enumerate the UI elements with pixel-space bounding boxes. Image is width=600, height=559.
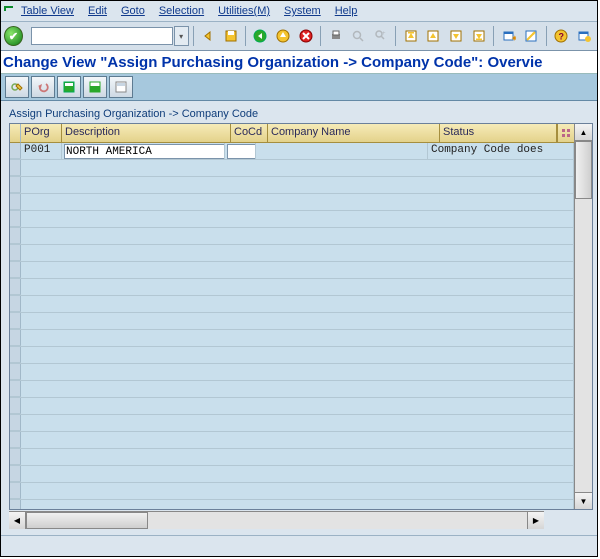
cell-status: Company Code does [428, 143, 574, 159]
find-next-button[interactable]: + [371, 25, 392, 47]
scroll-up-button[interactable]: ▲ [575, 124, 592, 141]
first-page-button[interactable] [400, 25, 421, 47]
help-button[interactable]: ? [551, 25, 572, 47]
status-bar [1, 535, 597, 556]
row-selector[interactable] [10, 143, 21, 159]
local-layout-button[interactable] [573, 25, 594, 47]
command-field[interactable] [31, 27, 173, 45]
body-area: Assign Purchasing Organization -> Compan… [1, 101, 597, 535]
hscroll-thumb[interactable] [26, 512, 148, 529]
menubar-strip: Table View Edit Goto Selection Utilities… [1, 1, 597, 22]
menu-system[interactable]: System [284, 5, 321, 17]
description-input[interactable] [64, 144, 225, 159]
undo-button[interactable] [31, 76, 55, 98]
svg-text:✷: ✷ [511, 34, 516, 43]
col-header-company-name[interactable]: Company Name [268, 124, 440, 142]
deselect-all-button[interactable] [109, 76, 133, 98]
scroll-thumb[interactable] [575, 141, 592, 199]
enter-button[interactable]: ✔ [4, 26, 23, 46]
find-button[interactable] [348, 25, 369, 47]
col-header-cocd[interactable]: CoCd [231, 124, 268, 142]
col-header-porg[interactable]: POrg [21, 124, 62, 142]
shortcut-button[interactable] [521, 25, 542, 47]
print-button[interactable] [325, 25, 346, 47]
grid-body: P001 Company Code does [10, 143, 574, 509]
prev-page-button[interactable] [423, 25, 444, 47]
menu-utilities[interactable]: Utilities(M) [218, 5, 270, 17]
back-circle-button[interactable] [250, 25, 271, 47]
alv-grid: POrg Description CoCd Company Name Statu… [9, 123, 593, 510]
select-all-button[interactable] [57, 76, 81, 98]
svg-text:?: ? [558, 32, 564, 42]
standard-toolbar: ✔ ▾ + [1, 22, 597, 51]
menu-edit[interactable]: Edit [88, 5, 107, 17]
col-header-status[interactable]: Status [440, 124, 557, 142]
change-display-button[interactable] [5, 76, 29, 98]
app-toolbar [1, 74, 597, 101]
back-button[interactable] [198, 25, 219, 47]
scroll-left-button[interactable]: ◀ [9, 512, 26, 529]
grid-settings-button[interactable] [557, 124, 574, 142]
grid-vertical-scrollbar[interactable]: ▲ ▼ [574, 124, 592, 509]
menu-help[interactable]: Help [335, 5, 358, 17]
menubar: Table View Edit Goto Selection Utilities… [17, 1, 361, 21]
cell-cocd [225, 143, 256, 159]
window-indicator-icon [1, 1, 17, 21]
col-header-description[interactable]: Description [62, 124, 231, 142]
cocd-input[interactable] [227, 144, 256, 159]
scroll-track[interactable] [575, 141, 592, 492]
page-title: Change View "Assign Purchasing Organizat… [1, 51, 597, 74]
cell-porg: P001 [21, 143, 62, 159]
command-history-dropdown[interactable]: ▾ [174, 26, 189, 46]
grid-horizontal-scrollbar[interactable]: ◀ ▶ [9, 511, 544, 529]
cancel-button[interactable] [296, 25, 317, 47]
menu-goto[interactable]: Goto [121, 5, 145, 17]
grid-header-row: POrg Description CoCd Company Name Statu… [10, 124, 574, 143]
new-session-button[interactable]: ✷ [498, 25, 519, 47]
cell-description [62, 143, 225, 159]
table-row[interactable]: P001 Company Code does [10, 143, 574, 160]
svg-text:+: + [382, 31, 386, 37]
scroll-down-button[interactable]: ▼ [575, 492, 592, 509]
sap-window: Table View Edit Goto Selection Utilities… [0, 0, 598, 557]
scroll-right-button[interactable]: ▶ [527, 512, 544, 529]
last-page-button[interactable] [469, 25, 490, 47]
panel-title: Assign Purchasing Organization -> Compan… [9, 105, 593, 123]
menu-table-view[interactable]: Table View [21, 5, 74, 17]
hscroll-track[interactable] [26, 512, 527, 529]
cell-company-name [256, 143, 428, 159]
next-page-button[interactable] [446, 25, 467, 47]
select-block-button[interactable] [83, 76, 107, 98]
menu-selection[interactable]: Selection [159, 5, 204, 17]
save-button[interactable] [220, 25, 241, 47]
exit-button[interactable] [273, 25, 294, 47]
